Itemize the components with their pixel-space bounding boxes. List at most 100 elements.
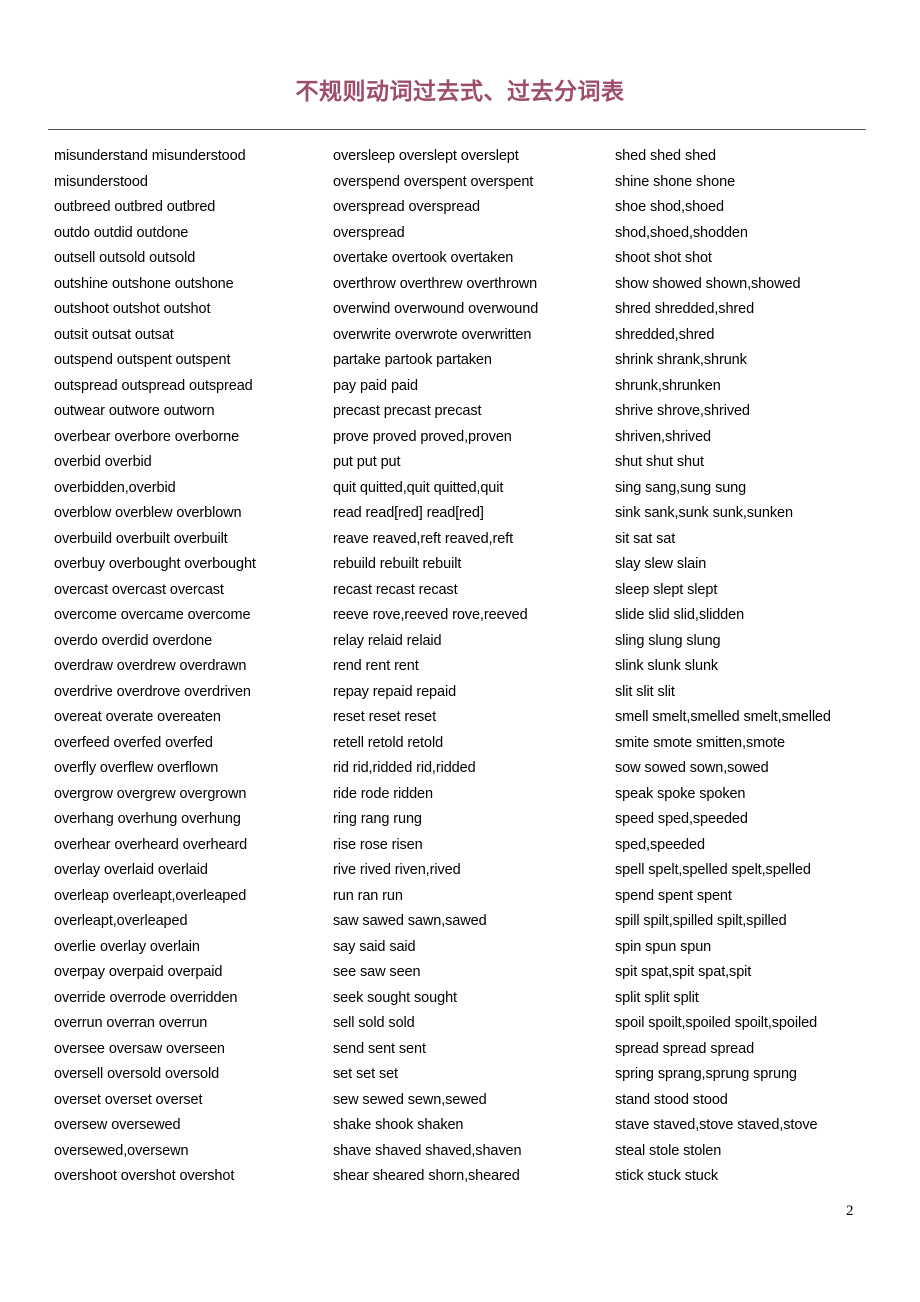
verb-entry: overspread — [333, 224, 405, 241]
verb-entry: overbid overbid — [54, 454, 152, 470]
verb-entry: retell retold retold — [333, 734, 444, 751]
verb-entry: overdo overdid overdone — [54, 632, 213, 649]
verb-entry: spit spat,spit spat,spit — [615, 964, 752, 980]
verb-entry: shrink shrank,shrunk — [615, 352, 747, 368]
verb-entry: shred shredded,shred — [615, 301, 755, 317]
verb-entry: shut shut shut — [615, 454, 704, 470]
verb-entry: shod,shoed,shodden — [615, 224, 748, 241]
verb-entry: outspread outspread outspread — [54, 377, 253, 394]
verb-entry: smite smote smitten,smote — [615, 734, 785, 751]
verb-entry: quit quitted,quit quitted,quit — [333, 479, 504, 496]
verb-entry: ring rang rung — [333, 811, 422, 827]
verb-entry: overleapt,overleaped — [54, 913, 188, 929]
verb-entry: recast recast recast — [333, 581, 458, 598]
verb-entry: spend spent spent — [615, 887, 732, 904]
verb-entry: oversell oversold oversold — [54, 1066, 220, 1082]
verb-entry: slit slit slit — [615, 683, 675, 700]
verb-entry: sit sat sat — [615, 530, 676, 547]
verb-entry: overwind overwound overwound — [333, 301, 539, 317]
verb-entry: send sent sent — [333, 1040, 426, 1057]
verb-entry: relay relaid relaid — [333, 632, 442, 649]
verb-entry: overeat overate overeaten — [54, 709, 221, 725]
verb-entry: overspread overspread — [333, 199, 481, 215]
verb-entry: prove proved proved,proven — [333, 428, 512, 445]
verb-entry: shoot shot shot — [615, 250, 712, 266]
verb-entry: spoil spoilt,spoiled spoilt,spoiled — [615, 1015, 818, 1031]
verb-entry: slink slunk slunk — [615, 658, 719, 674]
verb-entry: speed sped,speeded — [615, 811, 748, 827]
verb-entry: spring sprang,sprung sprung — [615, 1066, 797, 1082]
verb-column-2: oversleep overslept overslept overspend o… — [333, 144, 613, 1190]
verb-entry: reset reset reset — [333, 709, 437, 725]
verb-entry: overrun overran overrun — [54, 1015, 208, 1031]
verb-entry: overlay overlaid overlaid — [54, 862, 208, 878]
verb-entry: overcast overcast overcast — [54, 581, 224, 598]
verb-entry: spread spread spread — [615, 1040, 755, 1057]
verb-entry: rend rent rent — [333, 658, 419, 674]
verb-entry: overbuild overbuilt overbuilt — [54, 530, 228, 547]
verb-entry: overthrow overthrew overthrown — [333, 275, 538, 292]
verb-entry: set set set — [333, 1066, 398, 1082]
verb-entry: overwrite overwrote overwritten — [333, 326, 532, 343]
verb-entry: shriven,shrived — [615, 428, 712, 445]
verb-entry: rive rived riven,rived — [333, 862, 461, 878]
verb-entry: slay slew slain — [615, 556, 707, 572]
verb-entry: overcome overcame overcome — [54, 607, 251, 623]
verb-entry: rebuild rebuilt rebuilt — [333, 556, 462, 572]
verb-entry: spell spelt,spelled spelt,spelled — [615, 862, 811, 878]
verb-entry: shake shook shaken — [333, 1117, 464, 1133]
verb-entry: overset overset overset — [54, 1091, 203, 1108]
verb-entry: overbear overbore overborne — [54, 428, 240, 445]
verb-entry: rise rose risen — [333, 836, 423, 853]
verb-entry: shrunk,shrunken — [615, 377, 721, 394]
verb-entry: shine shone shone — [615, 173, 736, 190]
verb-entry: oversewed,oversewn — [54, 1142, 189, 1159]
verb-entry: speak spoke spoken — [615, 785, 746, 802]
verb-entry: shed shed shed — [615, 148, 716, 164]
verb-entry: put put put — [333, 454, 401, 470]
verb-entry: outsit outsat outsat — [54, 326, 174, 343]
verb-entry: shear sheared shorn,sheared — [333, 1168, 520, 1184]
verb-entry: steal stole stolen — [615, 1142, 722, 1159]
verb-entry: stave staved,stove staved,stove — [615, 1117, 818, 1133]
verb-entry: overdrive overdrove overdriven — [54, 683, 251, 700]
verb-entry: outwear outwore outworn — [54, 403, 215, 419]
verb-entry: say said said — [333, 938, 416, 955]
verb-entry: shave shaved shaved,shaven — [333, 1142, 522, 1159]
verb-entry: slide slid slid,slidden — [615, 607, 745, 623]
verb-entry: split split split — [615, 989, 699, 1006]
verb-entry: misunderstand misunderstood — [54, 148, 246, 164]
verb-entry: overhang overhung overhung — [54, 811, 241, 827]
document-page: 不规则动词过去式、过去分词表 misunderstand misundersto… — [0, 0, 920, 1302]
verb-entry: overdraw overdrew overdrawn — [54, 658, 247, 674]
verb-entry: sleep slept slept — [615, 581, 718, 598]
verb-entry: shrive shrove,shrived — [615, 403, 750, 419]
verb-entry: sew sewed sewn,sewed — [333, 1091, 487, 1108]
verb-entry: sing sang,sung sung — [615, 479, 747, 496]
verb-entry: pay paid paid — [333, 377, 418, 394]
verb-entry: oversew oversewed — [54, 1117, 181, 1133]
verb-entry: reeve rove,reeved rove,reeved — [333, 607, 528, 623]
verb-entry: run ran run — [333, 887, 403, 904]
verb-entry: overhear overheard overheard — [54, 836, 248, 853]
verb-entry: overfly overflew overflown — [54, 760, 219, 776]
verb-column-1: misunderstand misunderstood misunderstood… — [54, 144, 332, 1190]
verb-entry: sow sowed sown,sowed — [615, 760, 769, 776]
verb-entry: overbidden,overbid — [54, 479, 176, 496]
verb-entry: outspend outspent outspent — [54, 352, 231, 368]
verb-entry: show showed shown,showed — [615, 275, 801, 292]
verb-entry: precast precast precast — [333, 403, 482, 419]
verb-entry: overfeed overfed overfed — [54, 734, 213, 751]
verb-entry: reave reaved,reft reaved,reft — [333, 530, 514, 547]
verb-entry: outdo outdid outdone — [54, 224, 189, 241]
verb-entry: sling slung slung — [615, 632, 721, 649]
verb-entry: oversee oversaw overseen — [54, 1040, 225, 1057]
verb-entry: smell smelt,smelled smelt,smelled — [615, 709, 831, 725]
verb-entry: see saw seen — [333, 964, 421, 980]
verb-entry: outsell outsold outsold — [54, 250, 196, 266]
verb-entry: partake partook partaken — [333, 352, 492, 368]
title-divider — [48, 129, 866, 130]
verb-entry: overlie overlay overlain — [54, 938, 200, 955]
verb-entry: sped,speeded — [615, 836, 705, 853]
verb-entry: shredded,shred — [615, 326, 715, 343]
